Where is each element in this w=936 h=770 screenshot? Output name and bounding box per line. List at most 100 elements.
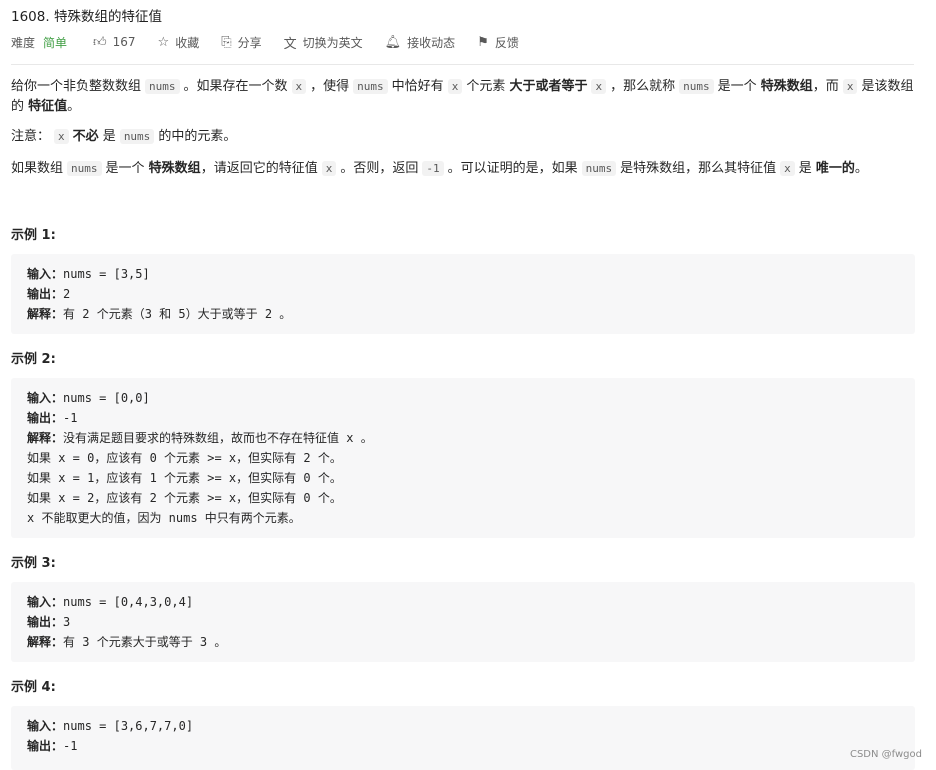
- output-label: 输出：: [27, 615, 64, 629]
- bold-text: 特殊数组: [148, 161, 201, 176]
- description-paragraph-1: 给你一个非负整数数组 nums 。如果存在一个数 x ，使得 nums 中恰好有 x 个元素 大…: [11, 77, 916, 117]
- text: ，那么就称: [610, 79, 676, 94]
- text: ，而: [812, 79, 839, 94]
- text: 个元素: [466, 79, 506, 94]
- output-value: 2: [63, 287, 71, 301]
- inline-code: -1: [422, 161, 444, 176]
- explain-label: 解释：: [27, 431, 64, 445]
- text: ，使得: [310, 79, 350, 94]
- text: 是一个: [105, 161, 145, 176]
- output-value: 3: [63, 615, 71, 629]
- inline-code: nums: [119, 129, 155, 144]
- like-button[interactable]: 👍︎ 167: [93, 35, 136, 50]
- bold-text: 不必: [72, 129, 99, 144]
- inline-code: nums: [67, 161, 102, 176]
- example-4-heading: 示例 4:: [11, 680, 56, 695]
- switch-language-button[interactable]: 文 切换为英文: [284, 33, 363, 52]
- explain-value: 没有满足题目要求的特殊数组，故而也不存在特征值 x 。: [63, 431, 373, 445]
- inline-code: nums: [145, 79, 180, 94]
- input-label: 输入：: [27, 391, 64, 405]
- text: 的中的元素。: [158, 129, 237, 144]
- description-paragraph-2: 注意： x 不必 是 nums 的中的元素。: [11, 127, 916, 147]
- output-label: 输出：: [27, 287, 64, 301]
- input-value: nums = [3,6,7,7,0]: [63, 719, 194, 733]
- inline-code: nums: [353, 79, 388, 94]
- example-output-line: 输出：-1: [27, 736, 193, 756]
- text: 。可以证明的是，如果: [447, 161, 578, 176]
- example-input-line: 输入：nums = [3,5]: [27, 264, 291, 284]
- example-1-heading: 示例 1:: [11, 228, 56, 243]
- example-explain-line: 解释：没有满足题目要求的特殊数组，故而也不存在特征值 x 。: [27, 428, 373, 448]
- example-2-block: 输入：nums = [0,0] 输出：-1 解释：没有满足题目要求的特殊数组，故而也…: [11, 378, 915, 538]
- difficulty-value: 简单: [43, 35, 68, 50]
- example-input-line: 输入：nums = [0,0]: [27, 388, 373, 408]
- favorite-button[interactable]: ☆ 收藏: [158, 34, 200, 51]
- example-output-line: 输出：-1: [27, 408, 373, 428]
- input-value: nums = [0,4,3,0,4]: [63, 595, 194, 609]
- output-value: -1: [63, 739, 78, 753]
- text: 是: [102, 129, 116, 144]
- inline-code: nums: [581, 161, 617, 176]
- example-explain-line: 解释：有 2 个元素（3 和 5）大于或等于 2 。: [27, 304, 291, 324]
- example-1-block: 输入：nums = [3,5] 输出：2 解释：有 2 个元素（3 和 5）大于或等…: [11, 254, 915, 334]
- example-input-line: 输入：nums = [3,6,7,7,0]: [27, 716, 193, 736]
- problem-title: 1608. 特殊数组的特征值: [11, 9, 162, 25]
- inline-code: x: [291, 79, 307, 94]
- example-2-lines: 输入：nums = [0,0] 输出：-1 解释：没有满足题目要求的特殊数组，故而也…: [27, 388, 373, 528]
- inline-code: x: [447, 79, 463, 94]
- share-icon: ⎘: [221, 34, 232, 50]
- example-4-block: 输入：nums = [3,6,7,7,0] 输出：-1: [11, 706, 915, 770]
- text: 。: [854, 161, 868, 176]
- explain-value: 有 2 个元素（3 和 5）大于或等于 2 。: [63, 307, 292, 321]
- text: 是一个: [717, 79, 757, 94]
- subscribe-label: 接收动态: [407, 35, 456, 50]
- text: 。如果存在一个数: [183, 79, 288, 94]
- inline-code: x: [321, 161, 337, 176]
- input-label: 输入：: [27, 719, 64, 733]
- inline-code: x: [591, 79, 607, 94]
- example-input-line: 输入：nums = [0,4,3,0,4]: [27, 592, 226, 612]
- input-label: 输入：: [27, 595, 64, 609]
- text: 中恰好有: [391, 79, 444, 94]
- subscribe-button[interactable]: 🔔︎ 接收动态: [385, 34, 456, 51]
- translate-icon: 文: [283, 36, 297, 52]
- example-extra-line: x 不能取更大的值，因为 nums 中只有两个元素。: [27, 511, 301, 525]
- example-1-lines: 输入：nums = [3,5] 输出：2 解释：有 2 个元素（3 和 5）大于或等…: [27, 264, 291, 324]
- input-value: nums = [3,5]: [63, 267, 150, 281]
- watermark: CSDN @fwgod: [849, 749, 922, 760]
- share-label: 分享: [237, 35, 262, 50]
- example-2-heading: 示例 2:: [11, 352, 56, 367]
- feedback-label: 反馈: [494, 35, 519, 50]
- text: 如果数组: [11, 161, 64, 176]
- flag-icon: ⚑: [477, 34, 489, 50]
- bold-text: 大于或者等于: [509, 79, 588, 94]
- output-value: -1: [63, 411, 78, 425]
- like-count: 167: [112, 35, 136, 49]
- inline-code: x: [780, 161, 795, 176]
- example-3-block: 输入：nums = [0,4,3,0,4] 输出：3 解释：有 3 个元素大于或等于…: [11, 582, 915, 662]
- share-button[interactable]: ⎘ 分享: [221, 34, 261, 51]
- input-value: nums = [0,0]: [63, 391, 150, 405]
- text: 给你一个非负整数数组: [11, 79, 142, 94]
- difficulty-label: 难度: [11, 35, 36, 50]
- example-output-line: 输出：2: [27, 284, 291, 304]
- inline-code: nums: [679, 79, 714, 94]
- inline-code: x: [842, 79, 858, 94]
- bell-icon: 🔔︎: [384, 34, 402, 50]
- text: 。: [67, 99, 81, 114]
- header-divider: [11, 64, 914, 65]
- explain-label: 解释：: [27, 307, 64, 321]
- description-paragraph-3: 如果数组 nums 是一个 特殊数组，请返回它的特征值 x 。否则，返回 -1 。可以证明的…: [11, 159, 916, 179]
- favorite-label: 收藏: [175, 35, 200, 50]
- text: 。否则，返回: [340, 161, 419, 176]
- bold-text: 特征值: [28, 99, 68, 114]
- example-extra-line: 如果 x = 1，应该有 1 个元素 >= x，但实际有 0 个。: [27, 471, 342, 485]
- text: 是: [798, 161, 812, 176]
- example-3-heading: 示例 3:: [11, 556, 56, 571]
- example-explain-line: 解释：有 3 个元素大于或等于 3 。: [27, 632, 226, 652]
- feedback-button[interactable]: ⚑ 反馈: [477, 34, 519, 51]
- problem-meta-bar: 难度 简单 👍︎ 167 ☆ 收藏 ⎘ 分享 文 切换为英文 🔔︎ 接收动态 ⚑…: [11, 33, 541, 52]
- text: ，请返回它的特征值: [200, 161, 318, 176]
- example-extra-line: 如果 x = 2，应该有 2 个元素 >= x，但实际有 0 个。: [27, 491, 342, 505]
- output-label: 输出：: [27, 411, 64, 425]
